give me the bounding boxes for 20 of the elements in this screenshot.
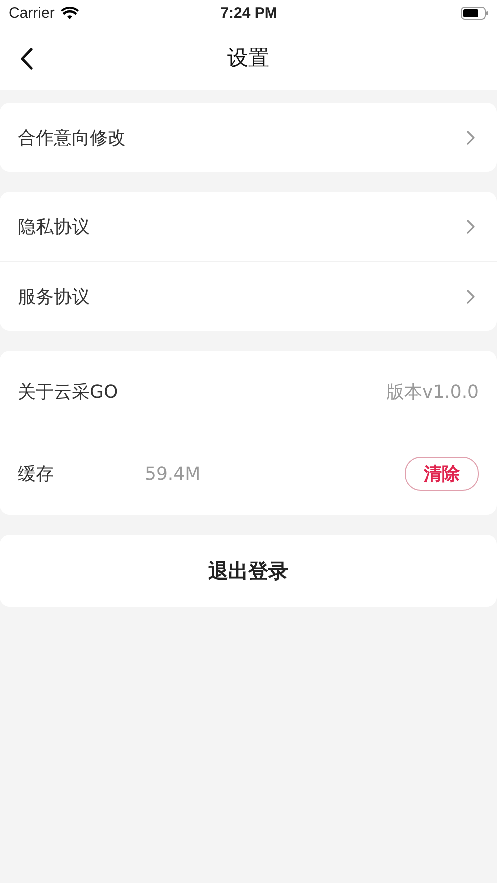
battery-icon xyxy=(460,6,489,20)
settings-row[interactable]: 服务协议 xyxy=(0,262,497,331)
chevron-icon xyxy=(467,220,475,234)
chevron-icon xyxy=(467,290,475,304)
clear-button[interactable]: 清除 xyxy=(405,457,479,491)
carrier-name: Carrier xyxy=(9,4,55,22)
status-time: 7:24 PM xyxy=(220,4,278,22)
row-label: 合作意向修改 xyxy=(18,126,126,150)
row-label: 服务协议 xyxy=(18,286,90,308)
page-title: 设置 xyxy=(228,45,270,72)
settings-row[interactable]: 隐私协议 xyxy=(0,192,497,261)
row-label: 缓存 xyxy=(18,463,55,486)
cache-size: 59.4M xyxy=(145,464,202,484)
settings-row[interactable]: 合作意向修改 xyxy=(0,103,497,172)
wifi-icon xyxy=(60,6,79,20)
row-label: 隐私协议 xyxy=(18,216,90,238)
chevron-icon xyxy=(467,130,475,144)
logout-button[interactable]: 退出登录 xyxy=(0,535,497,607)
version-text: 版本v1.0.0 xyxy=(386,381,479,404)
row-label: 关于云采GO xyxy=(18,381,118,404)
